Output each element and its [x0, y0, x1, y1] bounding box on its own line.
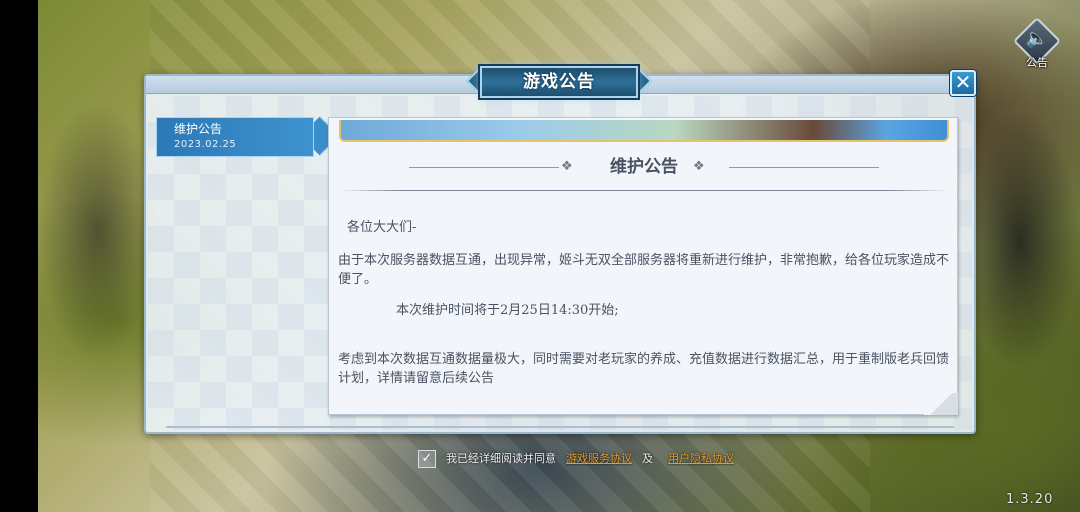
notice-paragraph-1: 由于本次服务器数据互通，出现异常，姬斗无双全部服务器将重新进行维护，非常抱歉，给… — [338, 253, 950, 287]
close-button[interactable]: ✕ — [950, 70, 976, 96]
heading-line-left — [409, 167, 559, 168]
notice-heading: ❖ 维护公告 ❖ — [329, 154, 959, 180]
sidebar-item-title: 维护公告 — [174, 122, 223, 136]
checkmark-icon: ✓ — [421, 451, 433, 466]
service-agreement-link[interactable]: 游戏服务协议 — [566, 448, 632, 470]
sound-button-label: 公告 — [1026, 56, 1048, 69]
panel-title: 游戏公告 — [523, 72, 595, 92]
notice-greeting: 各位大大们- — [347, 220, 417, 235]
letterbox-left — [0, 0, 38, 512]
heading-divider — [339, 190, 949, 191]
notice-content[interactable]: ❖ 维护公告 ❖ 各位大大们- 由于本次服务器数据互通，出现异常，姬斗无双全部服… — [328, 117, 958, 415]
background-character-left — [38, 100, 158, 360]
notice-banner-image — [339, 120, 949, 142]
agreement-row: ✓ 我已经详细阅读并同意 游戏服务协议 及 用户隐私协议 — [418, 448, 738, 470]
announcement-sound-button[interactable]: 🔈 公告 — [1012, 16, 1064, 74]
game-screen: 🔈 公告 游戏公告 ✕ 维护公告 2023.02.25 ❖ 维护公告 ❖ 各位大… — [0, 0, 1080, 512]
close-icon: ✕ — [954, 70, 972, 94]
agreement-checkbox[interactable]: ✓ — [418, 450, 436, 468]
agreement-conjunction: 及 — [642, 452, 653, 465]
speaker-icon: 🔈 — [1025, 28, 1049, 49]
privacy-agreement-link[interactable]: 用户隐私协议 — [668, 448, 734, 470]
notice-heading-text: 维护公告 — [610, 157, 678, 177]
sidebar-item-maintenance[interactable]: 维护公告 2023.02.25 — [156, 116, 340, 157]
heading-line-right — [729, 167, 879, 168]
panel-bottom-line — [166, 426, 954, 428]
notice-paragraph-2: 本次维护时间将于2月25日14:30开始; — [396, 303, 619, 318]
notice-paragraph-3: 考虑到本次数据互通数据量极大，同时需要对老玩家的养成、充值数据进行数据汇总，用于… — [338, 352, 950, 386]
agreement-text: 我已经详细阅读并同意 — [446, 452, 556, 465]
title-banner: 游戏公告 — [465, 64, 653, 100]
sidebar-item-date: 2023.02.25 — [174, 139, 237, 150]
version-number: 1.3.20 — [1006, 492, 1054, 507]
heading-ornament-left-icon: ❖ — [561, 159, 573, 174]
heading-ornament-right-icon: ❖ — [693, 159, 705, 174]
page-curl — [924, 393, 958, 415]
background-character-right — [960, 110, 1080, 370]
